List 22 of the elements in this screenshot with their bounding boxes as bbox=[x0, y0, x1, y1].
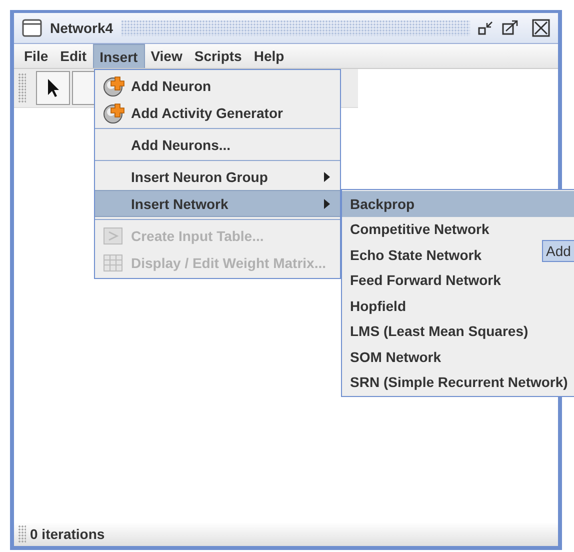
menu-entry[interactable]: Backprop bbox=[342, 191, 574, 216]
menu-item[interactable]: Help bbox=[248, 44, 290, 68]
menu-entry[interactable]: Insert Network bbox=[95, 190, 340, 217]
menu-entry[interactable]: Add Neurons... bbox=[95, 131, 340, 158]
menu-entry[interactable]: Hopfield bbox=[342, 293, 410, 318]
menu-item[interactable]: Scripts bbox=[188, 44, 248, 68]
menu-entry[interactable]: Add Activity Generator bbox=[95, 99, 340, 126]
menu-item[interactable]: File bbox=[18, 44, 54, 68]
status-text: 0 iterations bbox=[30, 526, 105, 542]
menu-item[interactable]: Insert bbox=[92, 44, 145, 68]
menu-entry[interactable]: LMS (Least Mean Squares) bbox=[342, 318, 532, 344]
add-button[interactable]: Add bbox=[542, 240, 574, 262]
menu-entry[interactable]: SOM Network bbox=[342, 344, 446, 370]
menu-item[interactable]: Edit bbox=[54, 44, 93, 68]
window-title: Network4 bbox=[50, 20, 114, 36]
menu-entry[interactable]: Echo State Network bbox=[342, 242, 486, 268]
menu-entry[interactable]: Add Neuron bbox=[95, 72, 340, 99]
menu-item[interactable]: View bbox=[144, 44, 188, 68]
menu-entry[interactable]: SRN (Simple Recurrent Network) bbox=[342, 370, 572, 395]
menu-entry[interactable]: Feed Forward Network bbox=[342, 268, 505, 293]
menu-entry[interactable]: Competitive Network bbox=[342, 216, 494, 242]
menu-entry[interactable]: Insert Neuron Group bbox=[95, 163, 340, 190]
